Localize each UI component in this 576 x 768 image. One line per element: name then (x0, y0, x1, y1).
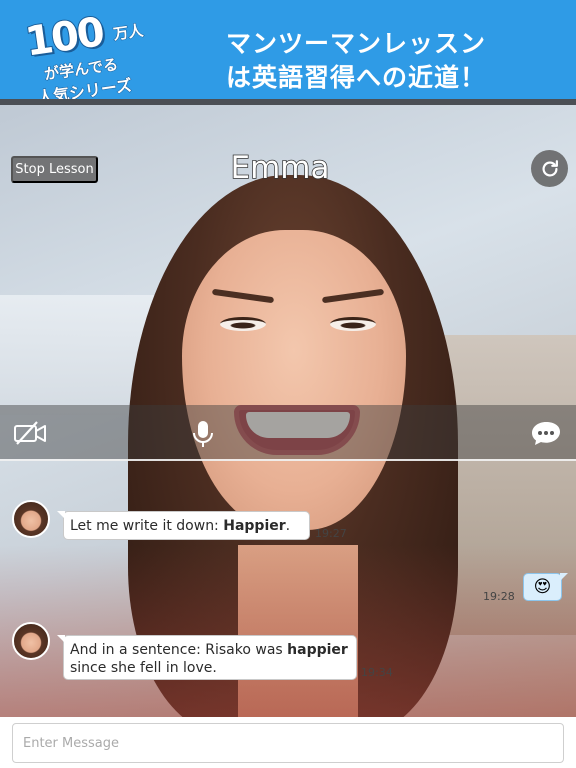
reload-icon (542, 159, 558, 177)
chat-message-me: 😍 (523, 573, 568, 601)
tutor-eye-right (330, 317, 376, 331)
popularity-badge: 100 万人 が学んでる 人気シリーズ (16, 0, 178, 114)
message-highlight: happier (287, 642, 348, 658)
tutor-eye-left (220, 317, 266, 331)
message-text: And in a sentence: Risako was (70, 642, 288, 658)
promo-banner: 100 万人 が学んでる 人気シリーズ マンツーマンレッスン は英語習得への近道… (0, 0, 576, 108)
tutor-avatar (12, 622, 50, 660)
message-text-end: since she fell in love. (70, 660, 217, 676)
microphone-toggle-button[interactable] (188, 419, 222, 447)
message-timestamp: 19:28 (483, 590, 515, 603)
microphone-icon (193, 421, 213, 447)
stop-lesson-button[interactable]: Stop Lesson (11, 156, 98, 183)
chat-message-tutor: And in a sentence: Risako was happier si… (57, 635, 357, 680)
chat-message-tutor: Let me write it down: Happier. (57, 511, 310, 540)
banner-headline-line2: は英語習得への近道！ (226, 63, 487, 92)
message-text: Let me write it down: (70, 518, 224, 534)
message-timestamp: 19:34 (361, 666, 393, 679)
message-highlight: Happier (223, 518, 286, 534)
tutor-face (182, 230, 406, 530)
chat-toggle-button[interactable] (530, 419, 564, 447)
call-control-bar (0, 405, 576, 461)
message-input[interactable] (12, 723, 564, 763)
reload-button[interactable] (531, 150, 568, 187)
message-composer (0, 717, 576, 768)
banner-headline-line1: マンツーマンレッスン (226, 29, 487, 58)
tutor-shirt (0, 545, 576, 717)
tutor-name: Emma (230, 149, 330, 187)
video-off-icon (14, 421, 46, 445)
message-text-end: . (285, 518, 291, 534)
tutor-avatar (12, 500, 50, 538)
badge-unit: 万人 (112, 21, 145, 44)
camera-toggle-button[interactable] (13, 419, 47, 447)
chat-bubble-icon (532, 422, 560, 445)
message-timestamp: 19:27 (315, 527, 347, 540)
heart-eyes-emoji-icon: 😍 (533, 576, 552, 597)
